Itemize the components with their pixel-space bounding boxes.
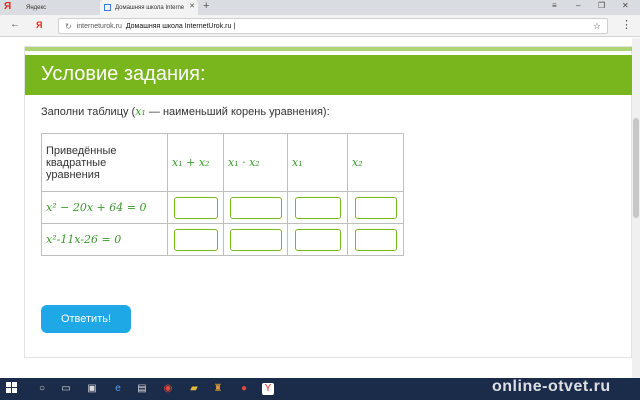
tab-yandex[interactable]: Яндекс xyxy=(22,0,102,15)
windows-start-icon[interactable] xyxy=(6,382,18,394)
answer-table: Приведённые квадратные уравнения x₁ + x₂… xyxy=(41,133,404,256)
scrollbar-thumb[interactable] xyxy=(633,118,639,218)
answer-input-sum-2[interactable] xyxy=(173,228,218,251)
header-x2: x₂ xyxy=(352,156,363,169)
windows-taskbar: ○ ▭ ▣ e ▤ ◉ ▰ ♜ ● Y online-otvet.ru xyxy=(0,378,640,400)
more-menu-icon[interactable]: ⋮ xyxy=(621,18,632,31)
table-row: x² − 20x + 64 = 0 xyxy=(41,191,404,224)
equation-1: x² − 20x + 64 = 0 xyxy=(46,201,147,214)
yandex-browser-logo: Я xyxy=(4,1,12,12)
header-x1: x₁ xyxy=(292,156,303,169)
watermark: online-otvet.ru xyxy=(492,378,611,395)
table-row: x²-11x-26 = 0 xyxy=(41,223,404,256)
page-favicon-icon xyxy=(104,4,111,11)
page-title: Условие задания: xyxy=(41,63,206,85)
bookmark-star-icon[interactable]: ☆ xyxy=(593,21,601,32)
header-equations: Приведённые квадратные уравнения xyxy=(41,133,168,192)
answer-input-x2-2[interactable] xyxy=(354,228,397,251)
task-card: Условие задания: Заполни таблицу (x₁ — н… xyxy=(24,46,633,358)
browser-tab-strip: Я Яндекс Домашняя школа Interne ✕ + ≡ – … xyxy=(0,0,640,15)
header-sum: x₁ + x₂ xyxy=(172,156,210,169)
top-accent xyxy=(25,47,633,51)
url-host: internetu­rok.ru xyxy=(76,22,122,30)
task-view-icon[interactable]: ▭ xyxy=(60,383,72,395)
close-icon[interactable]: ✕ xyxy=(189,2,195,10)
tab-label: Домашняя школа Interne xyxy=(115,4,185,11)
folder-icon[interactable]: ▰ xyxy=(188,383,200,395)
app-icon[interactable]: ◉ xyxy=(162,383,174,395)
yandex-home-icon[interactable]: Я xyxy=(36,20,42,30)
game-icon[interactable]: ♜ xyxy=(212,383,224,395)
page-content: Условие задания: Заполни таблицу (x₁ — н… xyxy=(0,38,640,378)
url-input[interactable]: ↻ internetu­rok.ru Домашняя школа Intern… xyxy=(58,18,608,34)
refresh-icon[interactable]: ↻ xyxy=(65,22,72,31)
submit-answer-button[interactable]: Ответить! xyxy=(41,305,131,333)
answer-input-x1-2[interactable] xyxy=(294,228,341,251)
minimize-icon[interactable]: – xyxy=(576,1,580,10)
answer-input-x1-1[interactable] xyxy=(294,196,341,219)
instruction-text: Заполни таблицу ( xyxy=(41,106,136,118)
page-scrollbar[interactable] xyxy=(632,38,640,378)
answer-input-x2-1[interactable] xyxy=(354,196,397,219)
instruction-text-end: — наименьший корень уравнения): xyxy=(145,106,330,118)
window-close-icon[interactable]: ✕ xyxy=(622,1,629,10)
media-icon[interactable]: ● xyxy=(238,383,250,395)
url-page-title: Домашняя школа InternetUrok.ru | xyxy=(125,22,236,30)
tab-internetu­rok[interactable]: Домашняя школа Interne ✕ xyxy=(100,0,198,15)
menu-lines-icon[interactable]: ≡ xyxy=(552,1,557,10)
address-bar-row: ← Я ↻ internetu­rok.ru Домашняя школа In… xyxy=(0,15,640,37)
yandex-browser-taskbar-icon[interactable]: Y xyxy=(262,383,274,395)
back-arrow-icon[interactable]: ← xyxy=(10,19,20,30)
answer-input-product-2[interactable] xyxy=(229,228,282,251)
answer-input-product-1[interactable] xyxy=(229,196,282,219)
task-header: Условие задания: xyxy=(25,55,633,95)
equation-2: x²-11x-26 = 0 xyxy=(46,233,122,246)
instruction-variable: x₁ xyxy=(135,105,146,118)
store-icon[interactable]: ▣ xyxy=(86,383,98,395)
restore-icon[interactable]: ❐ xyxy=(598,1,605,10)
header-product: x₁ · x₂ xyxy=(228,156,260,169)
new-tab-icon[interactable]: + xyxy=(203,0,209,12)
explorer-icon[interactable]: ▤ xyxy=(136,383,148,395)
table-header-row: Приведённые квадратные уравнения x₁ + x₂… xyxy=(41,133,404,192)
task-instruction: Заполни таблицу (x₁ — наименьший корень … xyxy=(41,105,330,118)
search-icon[interactable]: ○ xyxy=(36,383,48,395)
edge-icon[interactable]: e xyxy=(112,383,124,395)
tab-label: Яндекс xyxy=(26,4,47,11)
answer-input-sum-1[interactable] xyxy=(173,196,218,219)
